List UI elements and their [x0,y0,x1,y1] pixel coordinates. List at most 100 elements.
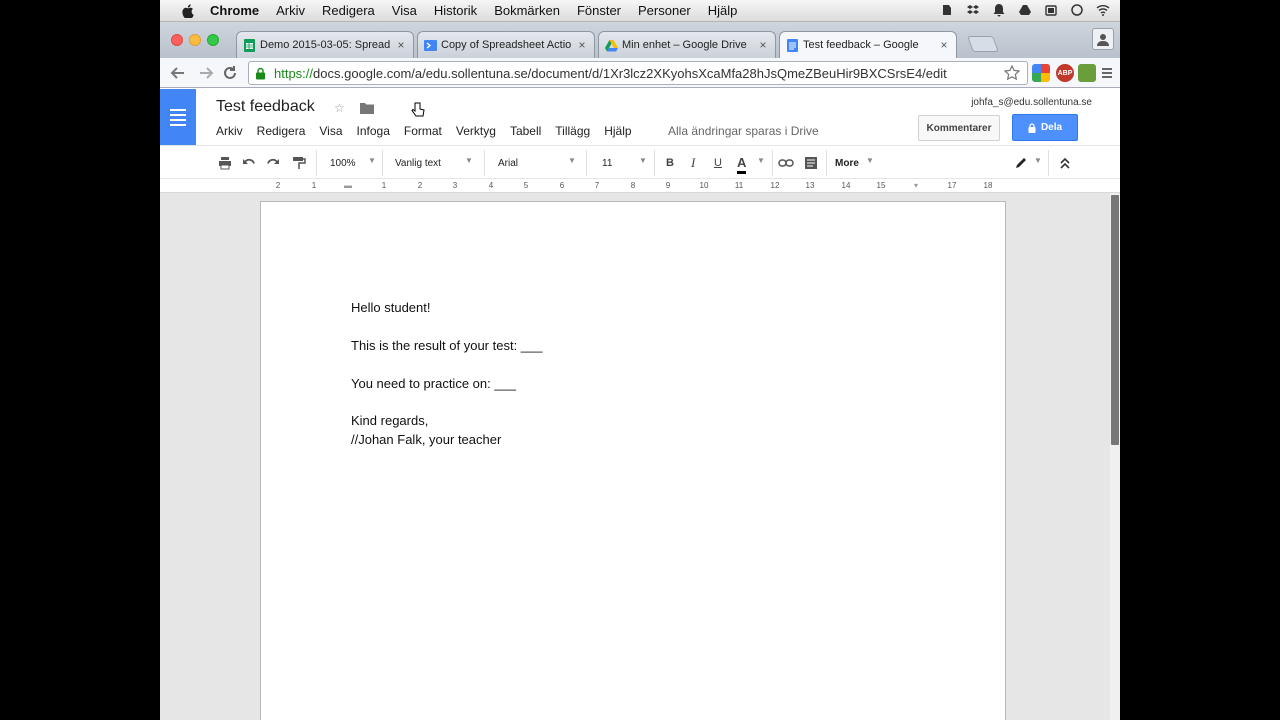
forward-arrow-icon[interactable] [196,63,216,83]
mac-menu-fonster[interactable]: Fönster [577,3,621,18]
link-icon[interactable] [778,154,794,172]
ruler-tick: 18 [983,181,993,190]
tab-close-icon[interactable]: × [755,38,771,52]
paint-format-icon[interactable] [292,154,306,172]
chrome-menu-icon[interactable] [1100,64,1114,82]
font-size-select[interactable]: 11 [602,154,612,172]
profile-icon[interactable] [1092,28,1114,50]
mac-menu-chrome[interactable]: Chrome [210,3,259,18]
comment-icon[interactable] [804,154,818,172]
doc-line-result[interactable]: This is the result of your test: ___ [351,338,542,353]
comments-button[interactable]: Kommentarer [918,115,1000,141]
reload-icon[interactable] [220,63,240,83]
underline-button[interactable]: U [714,154,722,172]
back-arrow-icon[interactable] [168,63,188,83]
mac-menu-bokmarken[interactable]: Bokmärken [494,3,560,18]
doc-line-signature[interactable]: //Johan Falk, your teacher [351,432,501,447]
ruler-tick: 8 [630,181,636,190]
sync-icon[interactable] [1070,3,1084,17]
tab-title: Min enhet – Google Drive [622,39,747,51]
bold-button[interactable]: B [666,154,674,172]
account-email[interactable]: johfa_s@edu.sollentuna.se [971,97,1092,108]
right-indent-handle[interactable]: ▾ [914,181,918,190]
mac-menu-visa[interactable]: Visa [392,3,417,18]
mac-menu-redigera[interactable]: Redigera [322,3,375,18]
doc-line-greeting[interactable]: Hello student! [351,300,431,315]
doc-line-regards[interactable]: Kind regards, [351,413,428,428]
mac-menu-personer[interactable]: Personer [638,3,691,18]
size-chevron-down-icon[interactable]: ▼ [639,156,647,165]
ruler-tick: 3 [452,181,458,190]
apple-icon[interactable] [180,3,196,19]
new-tab-button[interactable] [967,36,999,52]
mac-menu-arkiv[interactable]: Arkiv [276,3,305,18]
style-chevron-down-icon[interactable]: ▼ [465,156,473,165]
text-color-button[interactable]: A [737,154,747,174]
zoom-window-button[interactable] [207,34,219,46]
edit-mode-chevron-down-icon[interactable]: ▼ [1034,156,1042,165]
tab-google-drive[interactable]: Min enhet – Google Drive × [598,31,776,58]
tab-close-icon[interactable]: × [574,38,590,52]
font-chevron-down-icon[interactable]: ▼ [568,156,576,165]
print-icon[interactable] [218,154,232,172]
scrollbar[interactable] [1110,193,1120,720]
menu-arkiv[interactable]: Arkiv [216,124,243,138]
adblock-plus-icon[interactable]: ABP [1056,64,1074,82]
share-label: Dela [1040,122,1063,133]
paragraph-style-select[interactable]: Vanlig text [395,154,441,172]
document-title[interactable]: Test feedback [216,98,315,116]
text-color-chevron-down-icon[interactable]: ▼ [757,156,765,165]
more-chevron-down-icon[interactable]: ▼ [866,156,874,165]
menu-tabell[interactable]: Tabell [510,124,541,138]
ruler: 2 1 ▬ 1 2 3 4 5 6 7 8 9 10 11 12 13 14 1… [160,179,1120,193]
formatting-toolbar: 100% ▼ Vanlig text ▼ Arial ▼ 11 ▼ B I U … [160,145,1120,179]
menu-tillagg[interactable]: Tillägg [555,124,590,138]
zoom-chevron-down-icon[interactable]: ▼ [368,156,376,165]
first-line-indent-handle[interactable]: ▬ [344,181,352,190]
evernote-icon[interactable] [940,3,954,17]
tab-close-icon[interactable]: × [393,38,409,52]
docs-logo-icon[interactable] [160,89,196,145]
notification-icon[interactable] [992,3,1006,17]
document-page[interactable]: Hello student! This is the result of you… [260,201,1006,720]
menu-visa[interactable]: Visa [319,124,342,138]
menu-hjalp[interactable]: Hjälp [604,124,631,138]
save-status[interactable]: Alla ändringar sparas i Drive [668,124,819,138]
tab-title: Demo 2015-03-05: Spread [260,39,391,51]
address-bar[interactable]: https://docs.google.com/a/edu.sollentuna… [248,61,1028,85]
folder-icon[interactable] [360,101,374,114]
star-document-icon[interactable]: ☆ [334,101,345,115]
zoom-select[interactable]: 100% [330,154,356,172]
ruler-tick: 7 [594,181,600,190]
doc-line-practice[interactable]: You need to practice on: ___ [351,376,516,391]
dropbox-icon[interactable] [966,3,980,17]
menu-verktyg[interactable]: Verktyg [456,124,496,138]
share-button[interactable]: Dela [1012,114,1078,141]
wifi-icon[interactable] [1096,3,1110,17]
edit-mode-pencil-icon[interactable] [1014,154,1028,172]
bookmark-star-icon[interactable] [1003,64,1021,81]
menu-format[interactable]: Format [404,124,442,138]
drive-sync-icon[interactable] [1018,3,1032,17]
italic-button[interactable]: I [691,154,695,172]
tab-copy-of-spreadsheet[interactable]: Copy of Spreadsheet Actio × [417,31,595,58]
google-extension-icon[interactable] [1032,64,1050,82]
collapse-menu-icon[interactable] [1059,154,1071,172]
redo-icon[interactable] [266,154,280,172]
mac-menu-historik[interactable]: Historik [434,3,477,18]
more-button[interactable]: More [835,154,859,172]
undo-icon[interactable] [242,154,256,172]
minimize-window-button[interactable] [189,34,201,46]
extension-icon[interactable] [1078,64,1096,82]
close-window-button[interactable] [171,34,183,46]
battery-icon[interactable] [1044,3,1058,17]
tab-demo-spreadsheet[interactable]: Demo 2015-03-05: Spread × [236,31,414,58]
font-select[interactable]: Arial [498,154,518,172]
menu-redigera[interactable]: Redigera [257,124,306,138]
mac-menu-hjalp[interactable]: Hjälp [708,3,738,18]
menu-infoga[interactable]: Infoga [357,124,390,138]
tab-test-feedback[interactable]: Test feedback – Google × [779,31,957,58]
tab-close-icon[interactable]: × [936,38,952,52]
scrollbar-thumb[interactable] [1111,195,1119,445]
ruler-tick: 9 [665,181,671,190]
